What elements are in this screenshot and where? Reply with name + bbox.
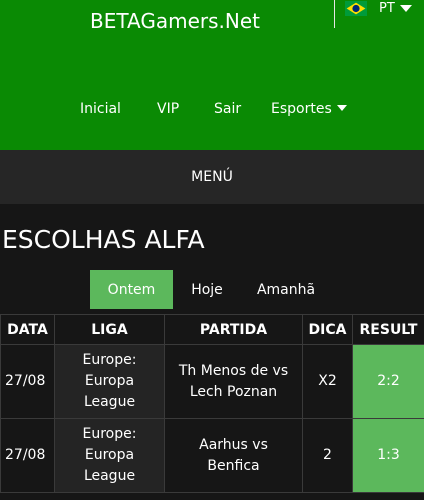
cell-result: 2:2 <box>352 344 424 419</box>
column-header-data: DATA <box>0 314 55 345</box>
table-header-row: DATA LIGA PARTIDA DICA RESULT <box>0 314 424 345</box>
column-header-result: RESULT <box>352 314 424 345</box>
league-line: Europe: <box>82 426 137 442</box>
picks-table: DATA LIGA PARTIDA DICA RESULT 27/08 Euro… <box>0 314 424 493</box>
match-line: Th Menos de vs <box>178 362 289 379</box>
header-divider <box>334 0 335 28</box>
cell-match: Th Menos de vs Lech Poznan <box>164 344 303 419</box>
match-line: Benfica <box>207 457 260 474</box>
column-header-dica: DICA <box>302 314 353 345</box>
main-nav: Inicial VIP Sair Esportes <box>0 99 424 119</box>
language-selector[interactable]: PT <box>345 0 412 16</box>
language-code: PT <box>379 0 395 16</box>
chevron-down-icon <box>336 105 347 111</box>
league-line: Europe: <box>82 352 137 368</box>
cell-match: Aarhus vs Benfica <box>164 418 303 493</box>
league-line: Europa <box>84 373 135 389</box>
tab-hoje[interactable]: Hoje <box>182 270 232 309</box>
cell-tip: X2 <box>302 344 353 419</box>
nav-item-inicial[interactable]: Inicial <box>80 99 121 119</box>
cell-date: 27/08 <box>0 418 55 493</box>
league-line: Europa <box>84 447 135 463</box>
page-title: ESCOLHAS ALFA <box>2 225 205 254</box>
day-tabs: Ontem Hoje Amanhã <box>0 270 424 309</box>
column-header-partida: PARTIDA <box>164 314 303 345</box>
cell-tip: 2 <box>302 418 353 493</box>
nav-item-esportes[interactable]: Esportes <box>271 99 347 119</box>
tab-ontem[interactable]: Ontem <box>90 270 173 309</box>
match-line: Lech Poznan <box>189 383 278 400</box>
chevron-down-icon <box>399 4 412 12</box>
nav-item-vip[interactable]: VIP <box>157 99 179 119</box>
cell-league: Europe: Europa League <box>54 418 165 493</box>
table-row: 27/08 Europe: Europa League Th Menos de … <box>0 344 424 419</box>
league-line: League <box>83 468 136 484</box>
league-line: League <box>83 394 136 410</box>
brazil-flag-icon <box>345 0 367 16</box>
menu-toggle[interactable]: MENÚ <box>0 150 424 204</box>
cell-date: 27/08 <box>0 344 55 419</box>
cell-league: Europe: Europa League <box>54 344 165 419</box>
site-brand[interactable]: BETAGamers.Net <box>90 9 260 33</box>
cell-result: 1:3 <box>352 418 424 493</box>
table-row: 27/08 Europe: Europa League Aarhus vs Be… <box>0 418 424 493</box>
column-header-liga: LIGA <box>54 314 165 345</box>
nav-item-esportes-label: Esportes <box>271 101 332 117</box>
nav-item-sair[interactable]: Sair <box>214 99 241 119</box>
match-line: Aarhus vs <box>199 436 268 453</box>
tab-amanha[interactable]: Amanhã <box>245 270 327 309</box>
site-header: BETAGamers.Net PT Inicial VIP Sair Espor… <box>0 0 424 150</box>
